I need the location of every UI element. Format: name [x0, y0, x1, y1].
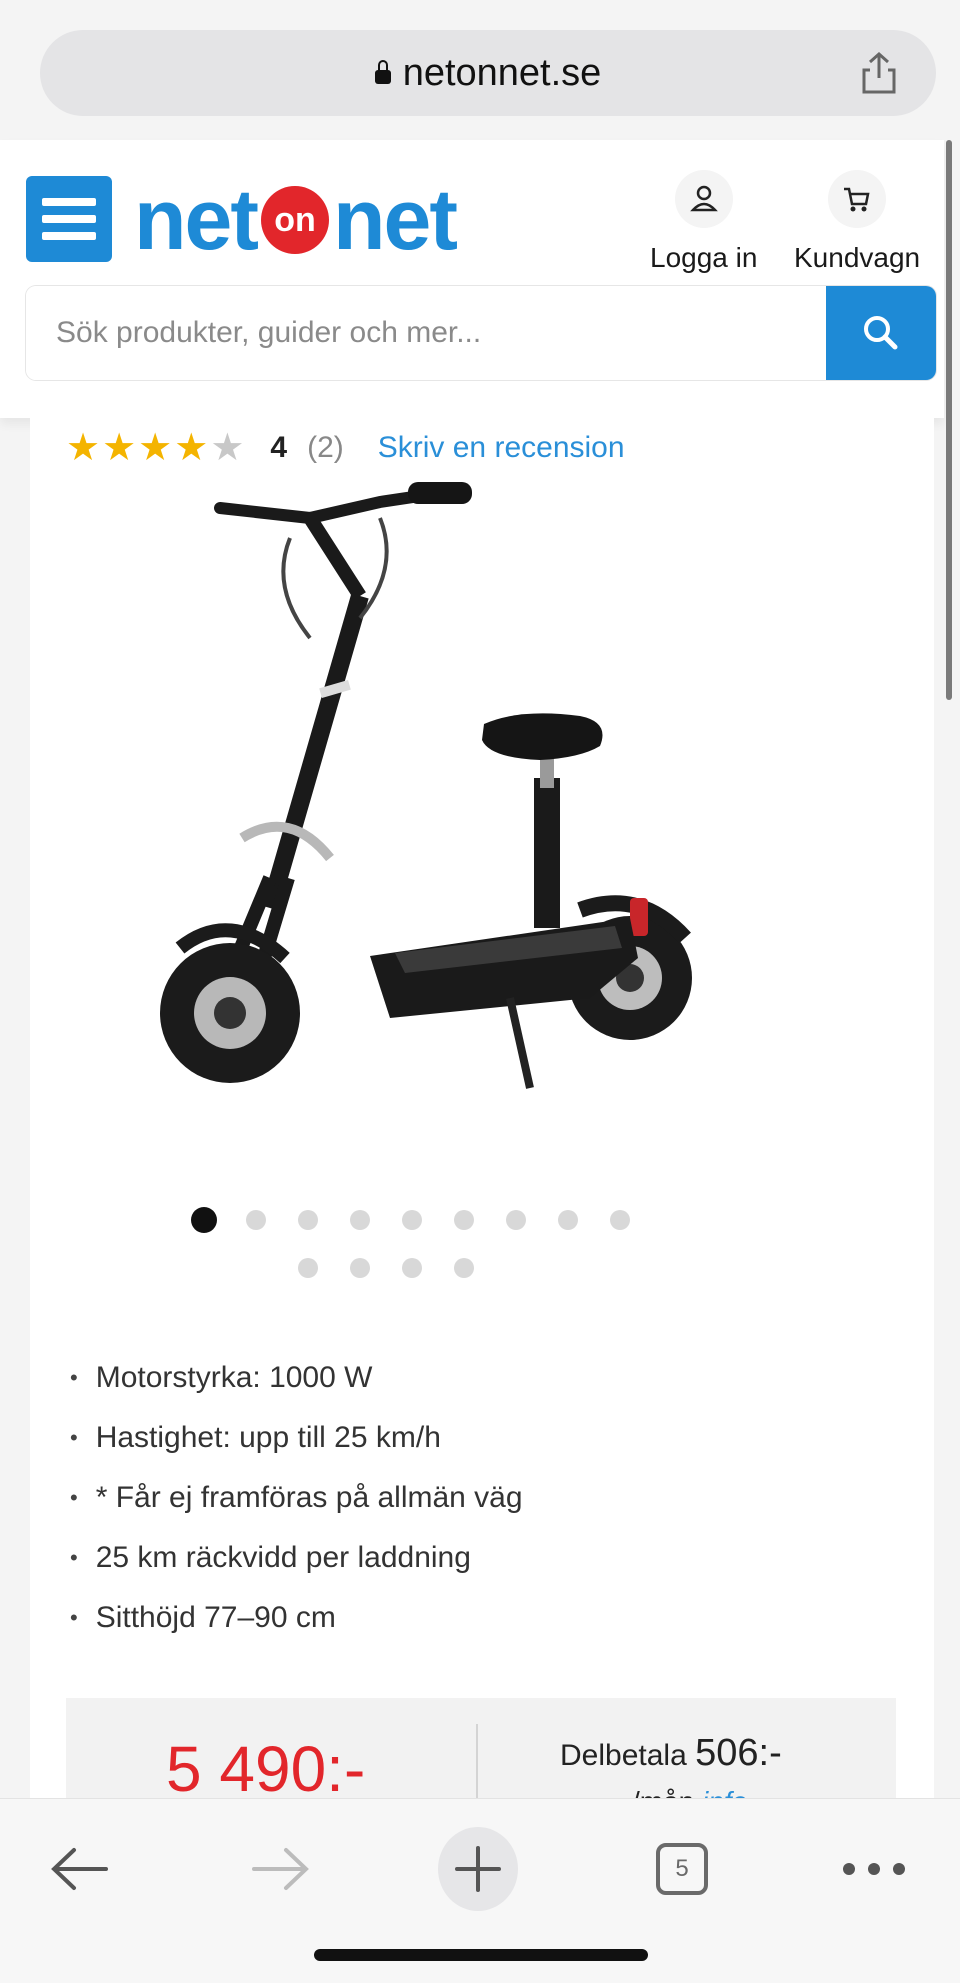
star-icon: ★ [174, 427, 209, 469]
product-content: ★ ★ ★ ★ ★ 4 (2) Skriv en recension • Mot… [30, 418, 934, 1818]
login-button[interactable]: Logga in [650, 170, 757, 274]
feature-item: 25 km räckvidd per laddning [70, 1528, 523, 1588]
feature-item: Motorstyrka: 1000 W [70, 1348, 523, 1408]
product-image[interactable] [160, 478, 800, 1118]
rating-value: 4 [270, 431, 288, 464]
feature-item: Hastighet: upp till 25 km/h [70, 1408, 523, 1468]
hamburger-line [42, 198, 96, 206]
logo-text-net-2: net [333, 171, 458, 268]
search-icon [864, 316, 898, 350]
carousel-dot[interactable] [506, 1210, 526, 1230]
hamburger-line [42, 232, 96, 240]
carousel-dot[interactable] [402, 1258, 422, 1278]
netonnet-logo[interactable]: net on net [134, 170, 458, 270]
url-text: netonnet.se [402, 51, 602, 94]
tabs-button[interactable]: 5 [642, 1829, 722, 1909]
back-button[interactable] [40, 1829, 120, 1909]
logo-text-on: on [261, 186, 329, 254]
browser-toolbar: netonnet.se [0, 0, 960, 140]
carousel-dot[interactable] [298, 1210, 318, 1230]
feature-item: * Får ej framföras på allmän väg [70, 1468, 523, 1528]
user-icon [674, 170, 733, 228]
cart-icon [828, 170, 887, 228]
new-tab-button[interactable] [438, 1827, 518, 1911]
installment-amount: 506:- [695, 1732, 782, 1774]
login-label: Logga in [650, 242, 758, 273]
logo-text-net: net [134, 171, 259, 268]
product-rating[interactable]: ★ ★ ★ ★ ★ 4 (2) Skriv en recension [66, 418, 625, 478]
carousel-dot[interactable] [191, 1207, 217, 1233]
product-price: 5 490:- [166, 1733, 366, 1805]
carousel-dot[interactable] [610, 1210, 630, 1230]
search-input[interactable] [26, 286, 826, 380]
more-button[interactable] [834, 1829, 914, 1909]
feature-item: Sitthöjd 77–90 cm [70, 1588, 523, 1648]
lock-icon [374, 60, 391, 84]
plus-icon [438, 1827, 518, 1911]
carousel-dot[interactable] [402, 1210, 422, 1230]
share-icon[interactable] [856, 50, 902, 96]
more-icon [843, 1863, 905, 1875]
search-button[interactable] [826, 286, 936, 380]
cart-button[interactable]: Kundvagn [794, 170, 920, 274]
tab-count: 5 [656, 1843, 708, 1895]
star-icon: ★ [66, 427, 101, 469]
browser-bottom-bar: 5 [0, 1798, 960, 1983]
page-scrollbar[interactable] [946, 140, 952, 700]
carousel-dot[interactable] [350, 1258, 370, 1278]
star-icon: ★ [102, 427, 137, 469]
search-bar [26, 286, 936, 380]
installment-text: Delbetala 506:- [560, 1732, 782, 1775]
star-icon: ★ [138, 427, 173, 469]
star-icon: ★ [210, 427, 245, 469]
back-arrow-icon [51, 1848, 108, 1890]
review-count: (2) [307, 431, 344, 464]
address-bar[interactable]: netonnet.se [40, 30, 936, 116]
carousel-dot[interactable] [454, 1210, 474, 1230]
home-indicator [314, 1949, 648, 1961]
forward-button[interactable] [240, 1829, 320, 1909]
carousel-dot[interactable] [350, 1210, 370, 1230]
hamburger-line [42, 215, 96, 223]
site-header: net on net Logga in Kundvagn [0, 140, 944, 418]
installment-label: Delbetala [560, 1739, 687, 1772]
forward-arrow-icon [252, 1848, 309, 1890]
menu-button[interactable] [26, 176, 112, 262]
carousel-dot[interactable] [246, 1210, 266, 1230]
carousel-dot[interactable] [298, 1258, 318, 1278]
carousel-dot[interactable] [558, 1210, 578, 1230]
feature-list: Motorstyrka: 1000 W Hastighet: upp till … [70, 1348, 523, 1648]
cart-label: Kundvagn [794, 242, 921, 273]
write-review-link[interactable]: Skriv en recension [378, 431, 625, 465]
carousel-dot[interactable] [454, 1258, 474, 1278]
front-wheel [160, 943, 300, 1083]
